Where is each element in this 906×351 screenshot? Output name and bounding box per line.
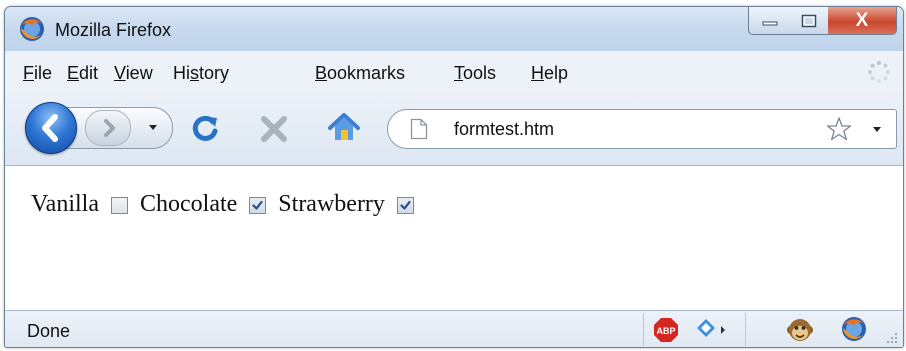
monkey-icon[interactable] [787,316,813,344]
abp-text: ABP [656,326,675,336]
stop-icon[interactable] [258,113,290,145]
firefox-icon [20,17,44,41]
reload-icon[interactable] [189,113,221,145]
maximize-icon [801,14,817,27]
menu-view-rest: iew [125,63,153,83]
chocolate-label: Chocolate [139,191,238,217]
menu-file-accesskey: F [23,63,34,83]
strawberry-label: Strawberry [278,191,385,217]
menu-history-accesskey: s [190,63,199,83]
close-icon: X [855,9,869,31]
address-bar[interactable]: formtest.htm [387,109,897,149]
home-icon[interactable] [327,111,361,145]
menu-bar: File Edit View History Bookmarks Tools H… [5,51,903,90]
menu-history-pre: Hi [173,63,190,83]
checkmark-icon [400,200,411,210]
menu-file[interactable]: File [23,63,52,84]
url-dropdown-icon[interactable] [872,124,882,134]
close-button[interactable]: X [828,7,897,35]
menu-edit[interactable]: Edit [67,63,98,84]
addon-arrow-icon[interactable] [695,317,729,343]
menu-help[interactable]: Help [531,63,568,84]
menu-history-rest: tory [199,63,230,83]
resize-grip-icon[interactable] [885,331,899,345]
forward-arrow-icon [104,119,115,137]
menu-bookmarks-accesskey: B [315,63,328,83]
minimize-icon [762,21,778,25]
vanilla-checkbox[interactable] [110,197,128,214]
navigation-toolbar: formtest.htm [5,89,903,166]
menu-help-accesskey: H [531,63,544,83]
minimize-button[interactable] [748,7,792,35]
menu-bookmarks-rest: ookmarks [327,63,406,83]
menu-bookmarks[interactable]: Bookmarks [315,63,405,84]
adblock-plus-icon[interactable]: ABP [653,317,679,343]
menu-edit-rest: dit [79,63,99,83]
throbber-icon [868,61,890,83]
back-button[interactable] [25,102,77,154]
back-arrow-icon [42,114,58,142]
history-dropdown-icon[interactable] [147,121,159,133]
menu-view-accesskey: V [114,63,126,83]
title-bar[interactable]: Mozilla Firefox X [5,7,903,51]
address-input[interactable]: formtest.htm [454,119,554,140]
menu-tools-rest: ools [463,63,497,83]
browser-window: Mozilla Firefox X File Edit View History… [4,6,904,348]
status-bar: Done ABP [5,310,903,347]
firefox-icon[interactable] [841,316,867,342]
menu-tools[interactable]: Tools [454,63,496,84]
menu-file-rest: ile [34,63,53,83]
status-divider [643,313,644,346]
menu-edit-accesskey: E [67,63,80,83]
flavor-form: Vanilla Chocolate Strawberry [31,191,426,218]
checkmark-icon [252,200,263,210]
menu-help-rest: elp [544,63,569,83]
star-icon[interactable] [826,116,852,142]
page-content: Vanilla Chocolate Strawberry [5,166,903,310]
page-icon [410,118,428,140]
menu-tools-accesskey: T [454,63,463,83]
menu-view[interactable]: View [114,63,153,84]
strawberry-checkbox[interactable] [396,197,414,214]
maximize-button[interactable] [790,7,829,35]
vanilla-label: Vanilla [31,191,99,217]
chocolate-checkbox[interactable] [249,197,267,214]
forward-button[interactable] [85,110,131,146]
window-title: Mozilla Firefox [55,20,172,40]
status-text: Done [27,321,71,341]
menu-history[interactable]: History [173,63,229,84]
status-divider [745,313,746,346]
